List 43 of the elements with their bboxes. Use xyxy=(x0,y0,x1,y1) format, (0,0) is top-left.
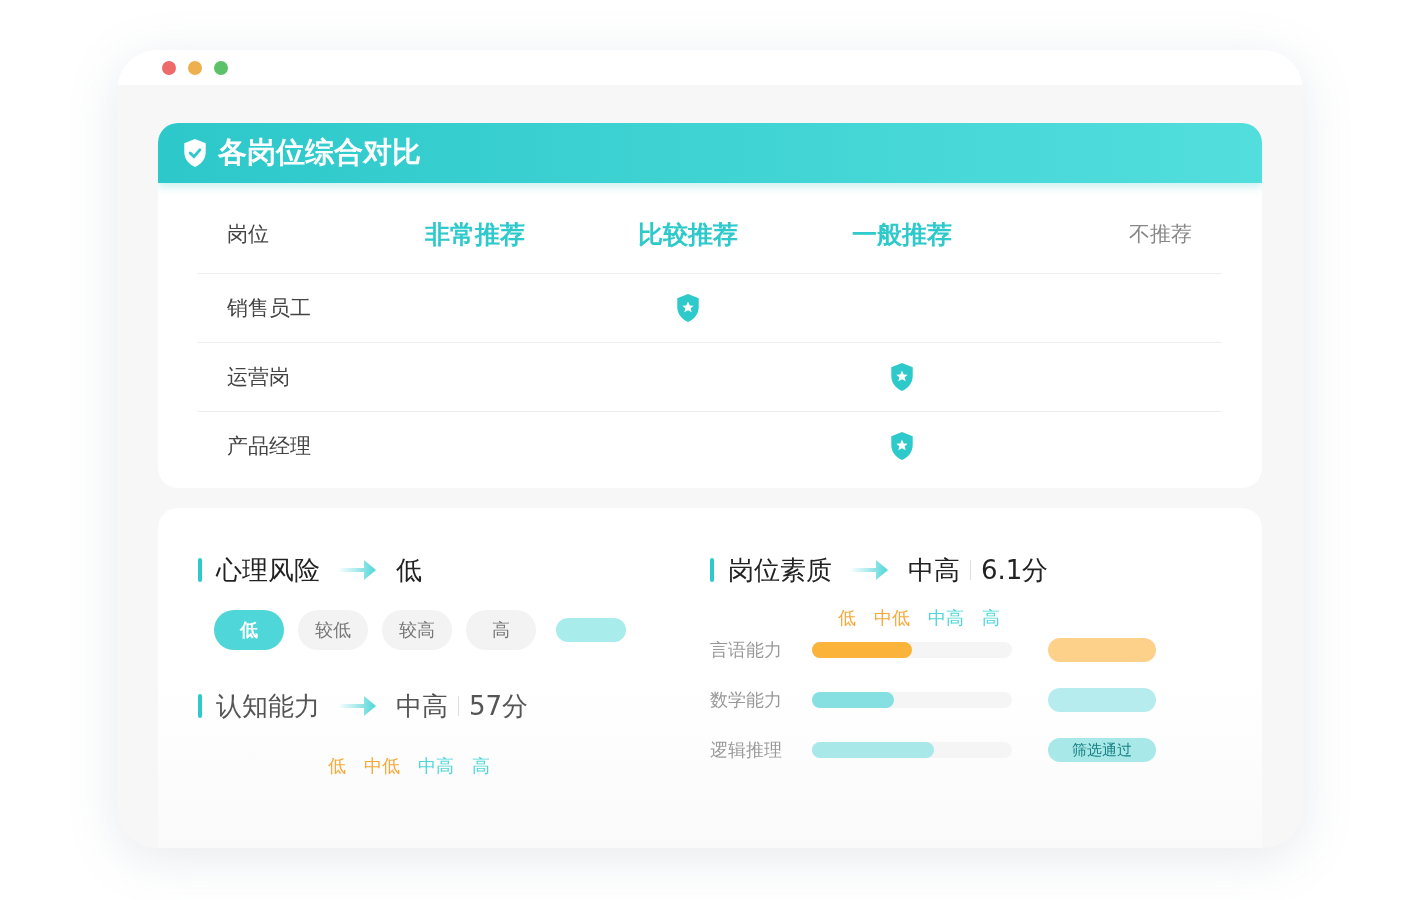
scale-label: 中高 xyxy=(928,606,964,630)
level-pill xyxy=(556,618,626,642)
ability-label: 逻辑推理 xyxy=(710,738,783,762)
section-title: 认知能力 xyxy=(216,689,320,723)
scale-label: 中低 xyxy=(364,754,400,778)
window-control[interactable] xyxy=(188,60,202,75)
row-label: 运营岗 xyxy=(226,364,291,391)
arrow-icon xyxy=(850,558,890,582)
ability-label: 言语能力 xyxy=(710,638,783,662)
result-value: 中高 xyxy=(396,689,448,723)
scale-label: 高 xyxy=(982,606,1000,630)
section-title: 心理风险 xyxy=(216,553,320,587)
window-control[interactable] xyxy=(162,60,176,75)
section-title: 岗位素质 xyxy=(728,553,832,587)
scale-label: 中高 xyxy=(418,754,454,778)
level-option[interactable]: 较低 xyxy=(298,610,368,650)
scale-label: 中低 xyxy=(874,606,910,630)
arrow-icon xyxy=(338,694,378,718)
result-value: 低 xyxy=(396,553,422,587)
accent-bar xyxy=(198,558,202,582)
result-value: 中高 xyxy=(908,553,960,587)
level-option[interactable]: 较高 xyxy=(382,610,452,650)
result-tag: 筛选通过 xyxy=(1048,738,1156,762)
scale-label: 低 xyxy=(328,754,346,778)
score-value: 6.1分 xyxy=(981,553,1049,587)
score-value: 57分 xyxy=(469,689,529,723)
accent-bar xyxy=(198,694,202,718)
column-header: 不推荐 xyxy=(1128,221,1193,248)
column-header: 一般推荐 xyxy=(850,218,953,251)
row-label: 产品经理 xyxy=(226,433,312,460)
row-label: 销售员工 xyxy=(226,295,312,322)
ability-label: 数学能力 xyxy=(710,688,783,712)
accent-bar xyxy=(710,558,714,582)
column-header: 岗位 xyxy=(226,221,270,248)
column-header: 比较推荐 xyxy=(637,218,740,251)
arrow-icon xyxy=(338,558,378,582)
scale-label: 高 xyxy=(472,754,490,778)
card-title: 各岗位综合对比 xyxy=(218,134,421,171)
shield-check-icon xyxy=(182,138,208,168)
column-header: 非常推荐 xyxy=(423,218,526,251)
scale-label: 低 xyxy=(838,606,856,630)
level-option[interactable]: 高 xyxy=(466,610,536,650)
window-control[interactable] xyxy=(214,60,228,75)
